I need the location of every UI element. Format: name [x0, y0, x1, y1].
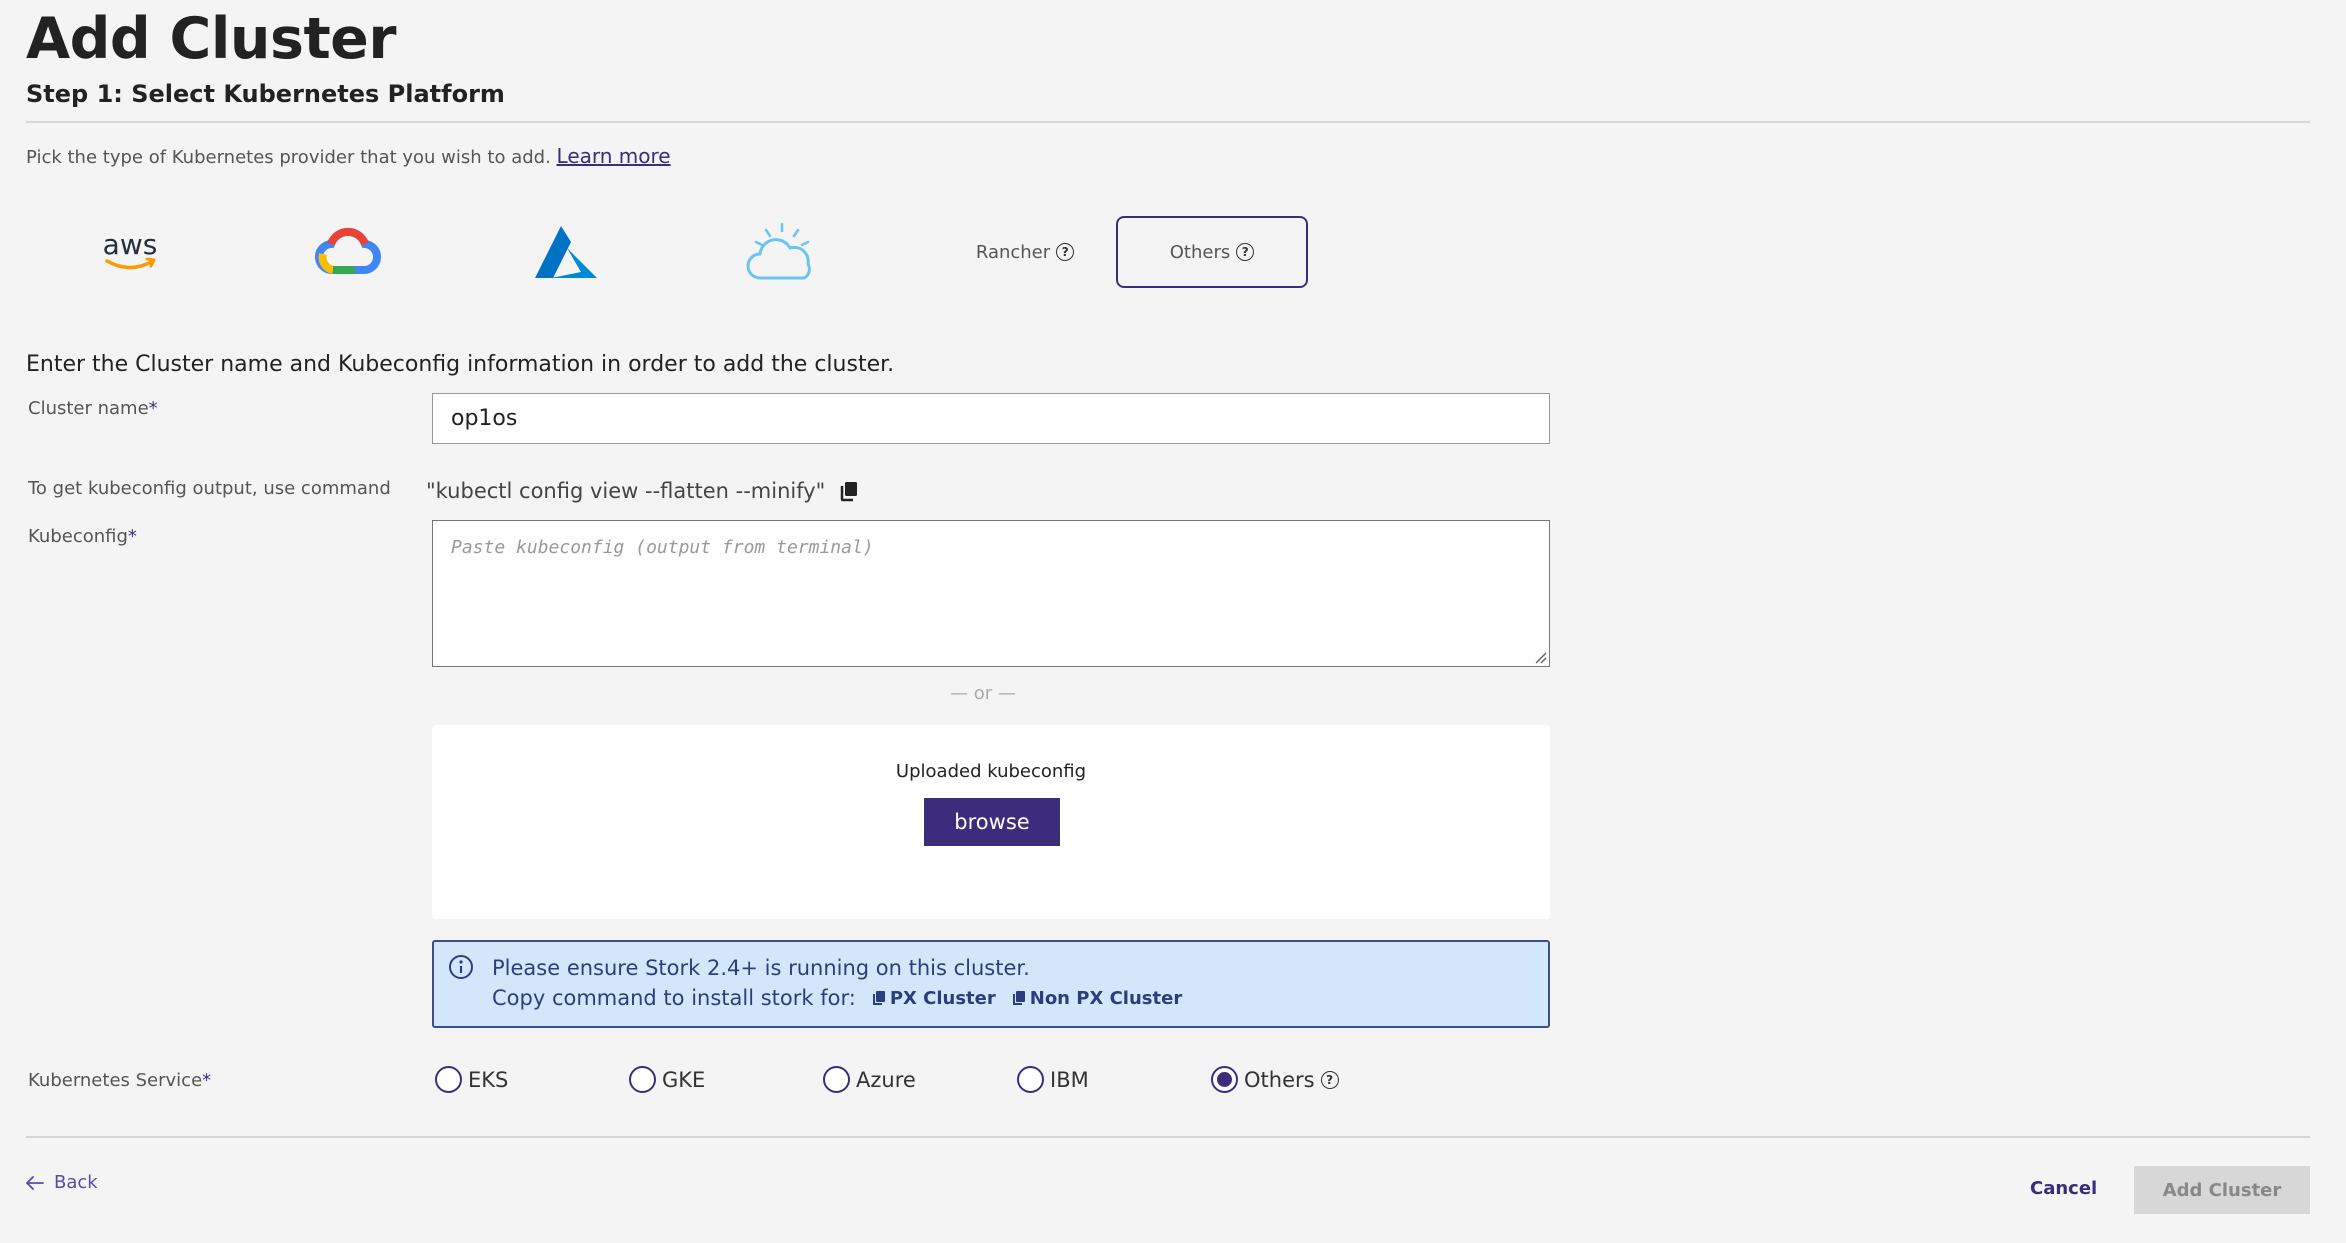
resize-handle-icon[interactable]: [1533, 650, 1547, 664]
kubeconfig-placeholder: Paste kubeconfig (output from terminal): [451, 537, 874, 558]
radio-ibm[interactable]: IBM: [1017, 1066, 1089, 1093]
radio-button[interactable]: [823, 1066, 850, 1093]
add-cluster-button[interactable]: Add Cluster: [2134, 1166, 2310, 1214]
kubeconfig-label-text: Kubeconfig: [28, 526, 128, 547]
px-cluster-link[interactable]: PX Cluster: [872, 988, 996, 1009]
copy-icon: [1012, 991, 1025, 1005]
stork-requirement-text: Please ensure Stork 2.4+ is running on t…: [492, 956, 1030, 980]
kubeconfig-hint-label: To get kubeconfig output, use command: [28, 478, 391, 499]
kubeconfig-textarea[interactable]: Paste kubeconfig (output from terminal): [432, 520, 1550, 667]
ibm-cloud-logo-icon: [746, 222, 811, 280]
provider-aws[interactable]: aws: [90, 216, 170, 288]
stork-info-banner: Please ensure Stork 2.4+ is running on t…: [432, 940, 1550, 1028]
cluster-name-label-text: Cluster name: [28, 398, 149, 419]
required-mark: *: [127, 526, 137, 547]
radio-eks[interactable]: EKS: [435, 1066, 508, 1093]
arrow-left-icon: [26, 1175, 44, 1190]
cluster-info-intro: Enter the Cluster name and Kubeconfig in…: [26, 352, 895, 377]
svg-text:aws: aws: [103, 228, 158, 261]
back-label: Back: [54, 1172, 98, 1193]
required-mark: *: [148, 398, 158, 419]
cluster-name-input[interactable]: op1os: [432, 393, 1550, 444]
upload-panel: Uploaded kubeconfig browse: [432, 725, 1550, 919]
others-label: Others: [1169, 241, 1231, 263]
kubeconfig-label: Kubeconfig*: [28, 526, 137, 547]
upload-label: Uploaded kubeconfig: [895, 761, 1087, 782]
required-mark: *: [202, 1070, 212, 1091]
info-icon: [449, 955, 473, 979]
learn-more-link[interactable]: Learn more: [557, 144, 671, 168]
kubeconfig-command: "kubectl config view --flatten --minify": [426, 479, 859, 503]
provider-intro-text: Pick the type of Kubernetes provider tha…: [26, 147, 551, 168]
radio-button[interactable]: [1017, 1066, 1044, 1093]
cluster-name-label: Cluster name*: [28, 398, 158, 419]
radio-eks-label: EKS: [468, 1067, 509, 1092]
step-title: Step 1: Select Kubernetes Platform: [26, 80, 505, 108]
back-button[interactable]: Back: [26, 1172, 98, 1193]
browse-button[interactable]: browse: [924, 798, 1060, 846]
help-icon: ?: [1056, 243, 1075, 261]
or-separator: — or —: [950, 683, 1016, 704]
provider-rancher[interactable]: Rancher ?: [930, 216, 1120, 288]
px-cluster-link-text: PX Cluster: [889, 987, 996, 1009]
radio-button[interactable]: [435, 1066, 462, 1093]
help-icon: ?: [1320, 1070, 1339, 1089]
stork-install-text: Copy command to install stork for:: [492, 986, 856, 1010]
copy-icon[interactable]: [839, 480, 859, 502]
help-icon: ?: [1236, 243, 1255, 261]
rancher-label: Rancher: [975, 241, 1051, 263]
non-px-cluster-link[interactable]: Non PX Cluster: [1012, 988, 1182, 1009]
cancel-button[interactable]: Cancel: [2030, 1178, 2097, 1199]
radio-azure[interactable]: Azure: [823, 1066, 916, 1093]
provider-others[interactable]: Others ?: [1116, 216, 1308, 288]
top-divider: [26, 121, 2310, 123]
azure-logo-icon: [535, 226, 597, 278]
radio-gke-label: GKE: [662, 1067, 706, 1092]
radio-gke[interactable]: GKE: [629, 1066, 705, 1093]
provider-azure[interactable]: [528, 216, 604, 288]
provider-intro: Pick the type of Kubernetes provider tha…: [26, 144, 671, 168]
bottom-divider: [26, 1136, 2310, 1138]
provider-gcp[interactable]: [312, 216, 384, 288]
stork-install-row: Copy command to install stork for: PX Cl…: [492, 986, 1182, 1010]
radio-dot: [1217, 1072, 1232, 1087]
radio-button[interactable]: [629, 1066, 656, 1093]
radio-button-selected[interactable]: [1211, 1066, 1238, 1093]
radio-ibm-label: IBM: [1050, 1067, 1089, 1092]
copy-icon: [872, 991, 885, 1005]
kubernetes-service-label-text: Kubernetes Service: [28, 1070, 203, 1091]
google-cloud-logo-icon: [315, 227, 381, 275]
cluster-name-value: op1os: [451, 406, 518, 431]
radio-azure-label: Azure: [856, 1067, 916, 1092]
page-title: Add Cluster: [26, 6, 396, 72]
radio-others[interactable]: Others ?: [1211, 1066, 1339, 1093]
non-px-cluster-link-text: Non PX Cluster: [1029, 987, 1183, 1009]
kubeconfig-command-text: "kubectl config view --flatten --minify": [426, 479, 826, 503]
aws-logo-icon: aws: [103, 228, 158, 270]
kubernetes-service-label: Kubernetes Service*: [28, 1070, 211, 1091]
radio-others-label: Others: [1244, 1067, 1315, 1092]
provider-ibm[interactable]: [742, 216, 822, 288]
